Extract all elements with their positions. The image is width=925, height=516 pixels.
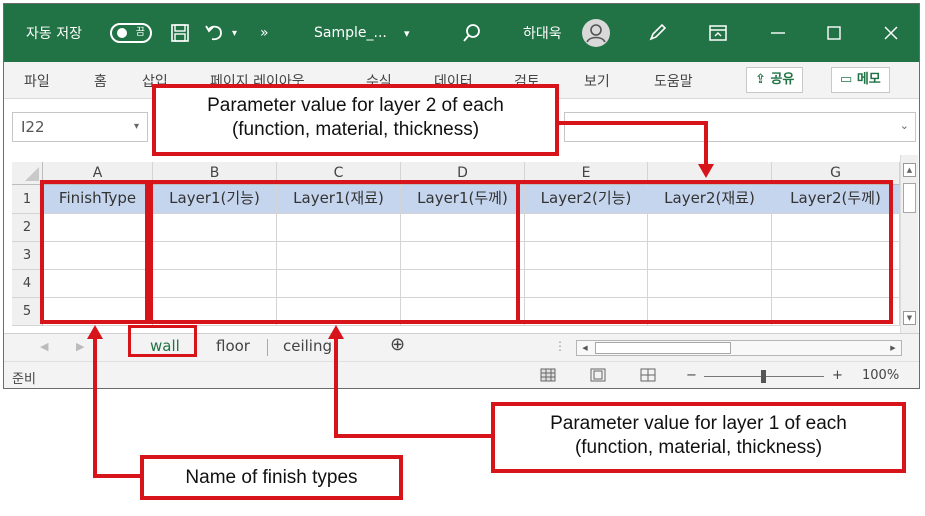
vertical-scrollbar[interactable]: ▲ ▼: [900, 155, 918, 333]
scroll-right-icon[interactable]: ▶: [887, 342, 899, 354]
filename-dropdown-icon[interactable]: ▾: [404, 4, 410, 62]
layer2-arrow-icon: [698, 164, 714, 178]
prev-sheet-icon[interactable]: ◀: [40, 340, 48, 353]
scroll-left-icon[interactable]: ◀: [579, 342, 591, 354]
layer1-connector-v: [334, 338, 338, 438]
layer2-callout: Parameter value for layer 2 of each (fun…: [152, 84, 559, 156]
zoom-out-button[interactable]: −: [686, 368, 697, 383]
scroll-up-icon[interactable]: ▲: [903, 163, 916, 177]
user-name: 하대욱: [523, 26, 562, 42]
add-sheet-icon[interactable]: ⊕: [390, 334, 405, 355]
status-ready: 준비: [12, 372, 36, 387]
ribbon-display-icon[interactable]: [709, 4, 727, 62]
finish-types-callout-text: Name of finish types: [185, 467, 358, 488]
pen-icon[interactable]: [647, 4, 667, 62]
finish-types-callout: Name of finish types: [140, 455, 403, 500]
row-header-5[interactable]: 5: [12, 298, 43, 326]
zoom-level[interactable]: 100%: [862, 368, 899, 383]
row-header-2[interactable]: 2: [12, 214, 43, 242]
split-handle-icon[interactable]: ⋮: [554, 339, 566, 353]
search-icon[interactable]: [462, 4, 482, 62]
scroll-down-icon[interactable]: ▼: [903, 311, 916, 325]
layer2-callout-line1: Parameter value for layer 2 of each: [207, 95, 504, 116]
normal-view-icon[interactable]: [540, 368, 556, 386]
zoom-slider-thumb[interactable]: [761, 370, 766, 383]
minimize-icon[interactable]: [770, 4, 786, 62]
layer1-callout-line1: Parameter value for layer 1 of each: [550, 413, 847, 434]
file-name[interactable]: Sample_...: [314, 4, 387, 62]
sheet-tab-divider: [267, 339, 268, 356]
comments-label: 메모: [856, 72, 881, 87]
layer1-arrow-icon: [328, 325, 344, 339]
finish-arrow-icon: [87, 325, 103, 339]
row-header-3[interactable]: 3: [12, 242, 43, 270]
finish-type-highlight: [40, 180, 153, 324]
select-all-corner[interactable]: [12, 162, 43, 185]
horizontal-scrollbar[interactable]: ◀ ▶: [576, 340, 902, 356]
close-icon[interactable]: [883, 4, 899, 62]
title-bar: 자동 저장 끔 ▾ » Sample_... ▾ 하대욱: [4, 4, 919, 62]
undo-dropdown-icon[interactable]: ▾: [232, 4, 237, 62]
formula-input[interactable]: ⌄: [564, 112, 916, 142]
tab-file[interactable]: 파일: [24, 71, 50, 91]
name-box-dropdown-icon[interactable]: ▾: [134, 113, 139, 141]
save-icon[interactable]: [170, 4, 190, 62]
page-layout-view-icon[interactable]: [590, 368, 606, 386]
comments-button[interactable]: ▭ 메모: [831, 67, 890, 93]
layer2-connector-h: [557, 121, 708, 125]
share-label: 공유: [770, 72, 795, 87]
layer2-connector-v: [704, 121, 708, 167]
finish-connector-v: [93, 338, 97, 478]
page-break-view-icon[interactable]: [640, 368, 656, 386]
layer2-highlight: [516, 180, 893, 324]
layer1-callout: Parameter value for layer 1 of each (fun…: [491, 402, 906, 473]
more-commands-icon[interactable]: »: [260, 4, 269, 62]
name-box-value: I22: [21, 118, 45, 136]
autosave-state: 끔: [135, 27, 145, 38]
row-header-1[interactable]: 1: [12, 185, 43, 214]
horizontal-scroll-thumb[interactable]: [595, 342, 731, 354]
layer1-connector-h: [334, 434, 494, 438]
share-icon: ⇪: [755, 72, 766, 87]
row-header-4[interactable]: 4: [12, 270, 43, 298]
autosave-toggle[interactable]: 끔: [110, 4, 152, 62]
next-sheet-icon[interactable]: ▶: [76, 340, 84, 353]
wall-tab-highlight: [128, 325, 197, 357]
status-bar: 준비 − + 100%: [4, 361, 919, 388]
autosave-label: 자동 저장: [26, 26, 82, 42]
zoom-in-button[interactable]: +: [832, 368, 843, 383]
layer2-callout-line2: (function, material, thickness): [231, 119, 480, 140]
layer1-highlight: [145, 180, 520, 324]
layer1-callout-line2: (function, material, thickness): [574, 437, 823, 458]
expand-formula-icon[interactable]: ⌄: [900, 119, 909, 132]
vertical-scroll-thumb[interactable]: [903, 183, 916, 213]
comment-icon: ▭: [840, 72, 853, 87]
name-box[interactable]: I22 ▾: [12, 112, 148, 142]
tab-home[interactable]: 홈: [94, 71, 107, 91]
maximize-icon[interactable]: [827, 4, 841, 62]
tab-view[interactable]: 보기: [584, 71, 610, 91]
user-avatar[interactable]: [581, 4, 611, 62]
finish-connector-h: [93, 474, 143, 478]
share-button[interactable]: ⇪ 공유: [746, 67, 804, 93]
tab-help[interactable]: 도움말: [654, 71, 693, 91]
undo-icon[interactable]: [204, 4, 226, 62]
sheet-tab-floor[interactable]: floor: [216, 337, 250, 355]
sheet-tab-ceiling[interactable]: ceiling: [283, 337, 332, 355]
